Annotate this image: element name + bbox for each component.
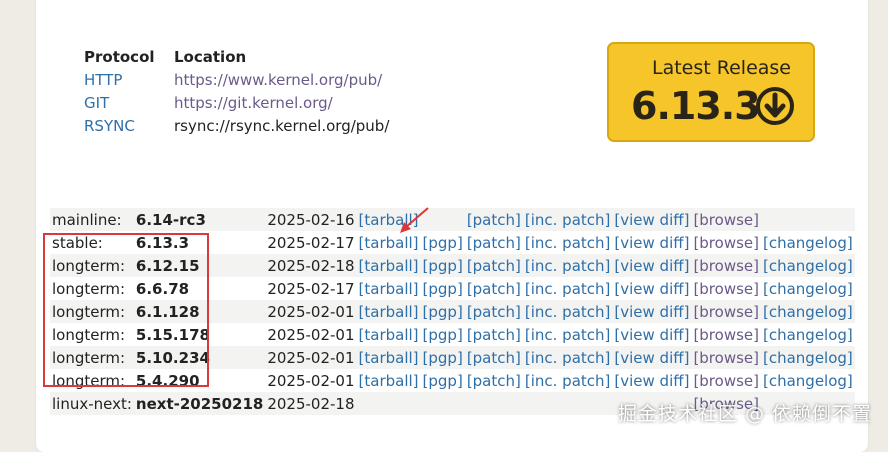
view-diff-link[interactable]: [view diff] — [612, 231, 691, 254]
release-date: 2025-02-01 — [267, 371, 355, 390]
inc-patch-link[interactable]: [inc. patch] — [523, 369, 613, 392]
tarball-link[interactable]: [tarball] — [356, 346, 421, 369]
view-diff-link[interactable]: [view diff] — [612, 346, 692, 369]
release-date: 2025-02-18 — [265, 392, 357, 415]
tarball-link — [356, 392, 421, 415]
protocol-http-link[interactable]: HTTP — [84, 71, 122, 89]
release-version: 6.14-rc3 — [133, 208, 266, 231]
tarball-link[interactable]: [tarball] — [357, 323, 421, 346]
patch-link[interactable]: [patch] — [465, 323, 523, 346]
browse-link[interactable]: [browse] — [691, 323, 761, 346]
release-row: mainline: 6.14-rc3 2025-02-16 [tarball] [pat… — [50, 208, 855, 231]
watermark: 掘金技术社区 @ 依赖倒不置 — [617, 403, 872, 425]
download-circle-icon — [756, 87, 794, 125]
patch-link[interactable]: [patch] — [464, 346, 523, 369]
inc-patch-link[interactable]: [inc. patch] — [522, 254, 613, 277]
release-date: 2025-02-17 — [267, 279, 355, 298]
patch-link[interactable]: [patch] — [464, 208, 523, 231]
browse-link[interactable]: [browse] — [691, 346, 761, 369]
changelog-link[interactable]: [changelog] — [761, 300, 855, 323]
changelog-link[interactable]: [changelog] — [761, 277, 855, 300]
patch-link[interactable]: [patch] — [464, 254, 523, 277]
browse-link[interactable]: [browse] — [691, 369, 761, 392]
release-date: 2025-02-01 — [265, 300, 357, 323]
tarball-link[interactable]: [tarball] — [357, 277, 421, 300]
changelog-link — [761, 208, 855, 231]
pgp-link[interactable]: [pgp] — [421, 369, 465, 392]
view-diff-link[interactable]: [view diff] — [612, 277, 691, 300]
browse-link[interactable]: [browse] — [691, 300, 761, 323]
patch-link[interactable]: [patch] — [464, 300, 523, 323]
browse-link[interactable]: [browse] — [691, 254, 761, 277]
tarball-link[interactable]: [tarball] — [357, 369, 421, 392]
inc-patch-link[interactable]: [inc. patch] — [522, 300, 613, 323]
release-kind: linux-next: — [50, 392, 134, 415]
view-diff-link[interactable]: [view diff] — [612, 323, 691, 346]
tarball-link[interactable]: [tarball] — [356, 254, 421, 277]
changelog-link[interactable]: [changelog] — [761, 369, 855, 392]
latest-release-button[interactable]: Latest Release 6.13.3 — [607, 42, 815, 142]
latest-release-label: Latest Release — [652, 57, 791, 79]
pgp-link[interactable]: [pgp] — [421, 323, 465, 346]
pgp-link[interactable]: [pgp] — [421, 277, 465, 300]
inc-patch-link[interactable]: [inc. patch] — [523, 277, 613, 300]
location-rsync-text: rsync://rsync.kernel.org/pub/ — [174, 117, 390, 135]
location-http-link[interactable]: https://www.kernel.org/pub/ — [174, 71, 382, 89]
release-date: 2025-02-18 — [265, 254, 357, 277]
browse-link[interactable]: [browse] — [691, 277, 761, 300]
pgp-link[interactable]: [pgp] — [420, 346, 465, 369]
location-git-link[interactable]: https://git.kernel.org/ — [174, 94, 333, 112]
changelog-link[interactable]: [changelog] — [761, 254, 855, 277]
changelog-link[interactable]: [changelog] — [761, 346, 855, 369]
view-diff-link[interactable]: [view diff] — [612, 369, 691, 392]
highlight-box — [43, 233, 209, 387]
browse-link[interactable]: [browse] — [691, 231, 761, 254]
pgp-link[interactable]: [pgp] — [420, 300, 465, 323]
latest-release-version: 6.13.3 — [631, 84, 761, 128]
inc-patch-link[interactable]: [inc. patch] — [522, 346, 613, 369]
protocol-table: Protocol Location HTTP https://www.kerne… — [84, 46, 389, 138]
tarball-link[interactable]: [tarball] — [356, 300, 421, 323]
view-diff-link[interactable]: [view diff] — [612, 300, 692, 323]
protocol-git-link[interactable]: GIT — [84, 94, 109, 112]
changelog-link[interactable]: [changelog] — [761, 323, 855, 346]
patch-link — [464, 392, 523, 415]
view-diff-link[interactable]: [view diff] — [612, 254, 692, 277]
release-date: 2025-02-17 — [267, 233, 355, 252]
inc-patch-link[interactable]: [inc. patch] — [522, 208, 613, 231]
pgp-link[interactable]: [pgp] — [420, 254, 465, 277]
red-arrow-icon — [400, 207, 429, 233]
changelog-link[interactable]: [changelog] — [761, 231, 855, 254]
inc-patch-link — [522, 392, 613, 415]
view-diff-link[interactable]: [view diff] — [612, 208, 692, 231]
protocol-header: Protocol — [84, 48, 155, 66]
patch-link[interactable]: [patch] — [465, 369, 523, 392]
location-header: Location — [174, 48, 247, 66]
pgp-link — [420, 392, 465, 415]
inc-patch-link[interactable]: [inc. patch] — [523, 323, 613, 346]
release-date: 2025-02-16 — [265, 208, 357, 231]
patch-link[interactable]: [patch] — [465, 231, 523, 254]
release-date: 2025-02-01 — [267, 325, 355, 344]
patch-link[interactable]: [patch] — [465, 277, 523, 300]
release-kind: mainline: — [50, 208, 134, 231]
release-version: next-20250218 — [133, 392, 266, 415]
browse-link[interactable]: [browse] — [691, 208, 761, 231]
inc-patch-link[interactable]: [inc. patch] — [523, 231, 613, 254]
release-date: 2025-02-01 — [265, 346, 357, 369]
protocol-rsync-link[interactable]: RSYNC — [84, 117, 135, 135]
